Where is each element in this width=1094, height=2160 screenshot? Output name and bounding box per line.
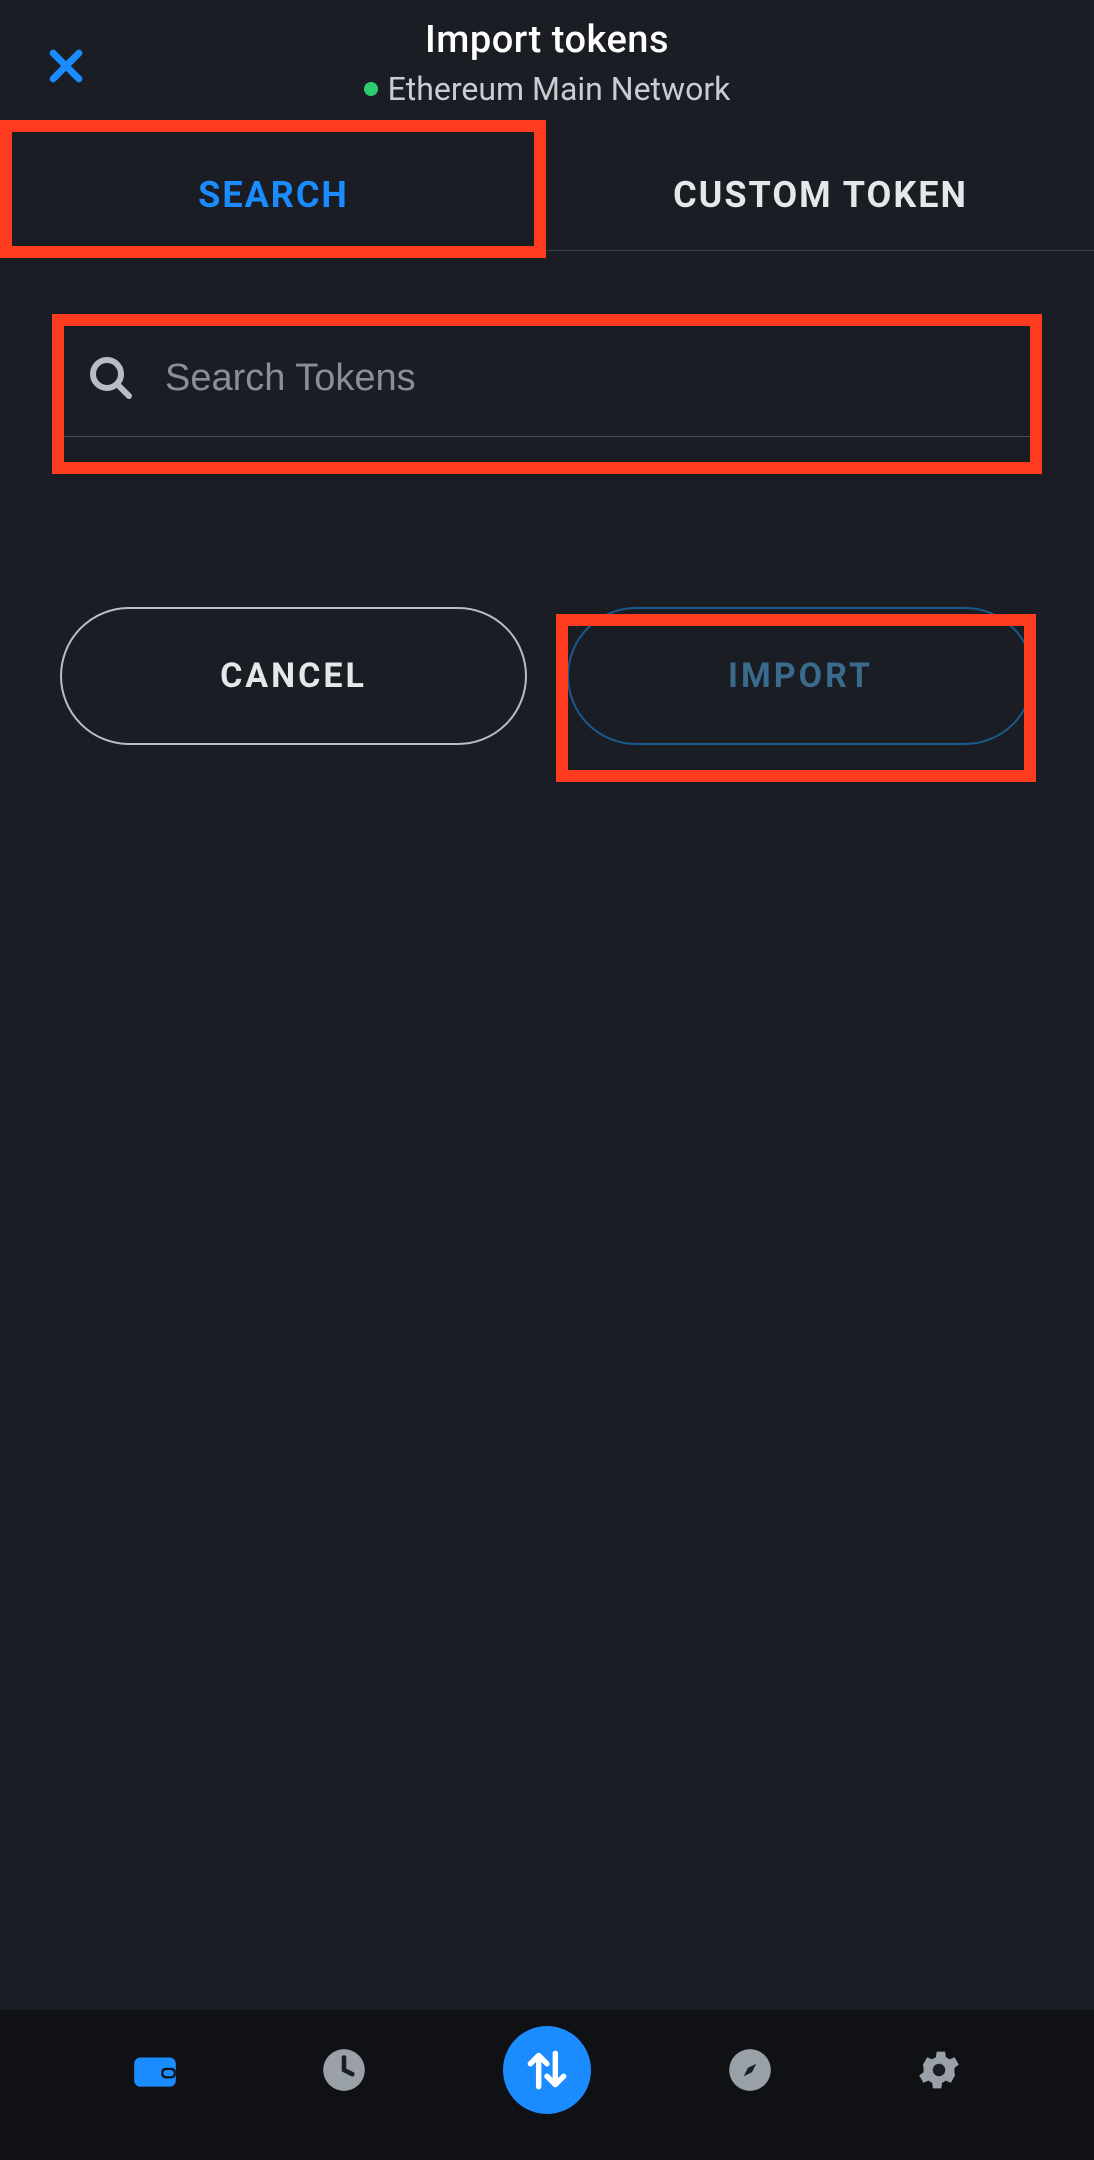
search-icon <box>87 354 135 402</box>
import-button[interactable]: IMPORT <box>567 607 1034 745</box>
nav-wallet[interactable] <box>125 2040 185 2100</box>
nav-activity[interactable] <box>314 2040 374 2100</box>
cancel-button[interactable]: CANCEL <box>60 607 527 745</box>
network-label: Ethereum Main Network <box>388 70 731 108</box>
header: Import tokens Ethereum Main Network <box>0 0 1094 108</box>
wallet-icon <box>130 2045 180 2095</box>
search-box[interactable] <box>56 319 1038 437</box>
tab-custom-token[interactable]: CUSTOM TOKEN <box>547 142 1094 250</box>
search-input[interactable] <box>165 357 1007 400</box>
nav-browser[interactable] <box>720 2040 780 2100</box>
nav-settings[interactable] <box>909 2040 969 2100</box>
compass-icon <box>725 2045 775 2095</box>
action-buttons: CANCEL IMPORT <box>60 607 1034 745</box>
swap-icon <box>522 2045 572 2095</box>
nav-swap[interactable] <box>503 2026 591 2114</box>
tab-search[interactable]: SEARCH <box>0 142 547 250</box>
clock-icon <box>319 2045 369 2095</box>
close-icon <box>44 44 88 88</box>
bottom-nav <box>0 2010 1094 2160</box>
page-title: Import tokens <box>0 18 1094 62</box>
tabs: SEARCH CUSTOM TOKEN <box>0 142 1094 251</box>
gear-icon <box>914 2045 964 2095</box>
close-button[interactable] <box>38 38 94 94</box>
search-container <box>56 319 1038 437</box>
network-status-dot <box>364 82 378 96</box>
network-indicator: Ethereum Main Network <box>0 70 1094 108</box>
